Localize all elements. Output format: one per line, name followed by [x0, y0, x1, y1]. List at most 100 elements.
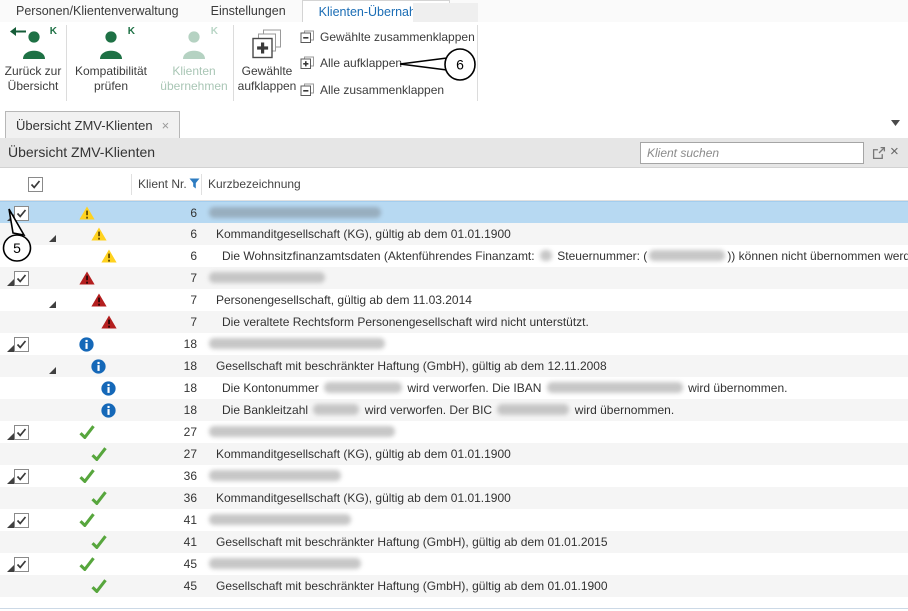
- table-row[interactable]: 36Kommanditgesellschaft (KG), gültig ab …: [0, 487, 908, 509]
- row-text: Kommanditgesellschaft (KG), gültig ab de…: [216, 223, 511, 245]
- client-table: 66Kommanditgesellschaft (KG), gültig ab …: [0, 201, 908, 597]
- table-row[interactable]: 6 Kommanditgesellschaft (KG), gültig ab d…: [0, 223, 908, 245]
- zurueck-zur-uebersicht-button[interactable]: K Zurück zur Übersicht: [2, 24, 64, 102]
- row-text: Gesellschaft mit beschränkter Haftung (G…: [216, 355, 607, 377]
- check-icon: [91, 535, 107, 554]
- callout-6-number: 6: [456, 57, 464, 73]
- filter-icon[interactable]: [189, 178, 200, 189]
- check-icon: [79, 425, 95, 444]
- table-row[interactable]: 41: [0, 509, 908, 531]
- ribbon-tab-einstellungen[interactable]: Einstellungen: [195, 0, 302, 22]
- redacted-text: [649, 250, 725, 261]
- table-row[interactable]: 27: [0, 421, 908, 443]
- redacted-text: [209, 470, 341, 481]
- row-text: [207, 333, 387, 355]
- select-all-checkbox[interactable]: [28, 177, 43, 192]
- page-title: Übersicht ZMV-Klienten: [8, 144, 155, 160]
- redacted-text: [209, 514, 351, 525]
- search-input[interactable]: [640, 142, 864, 164]
- bottom-divider: [0, 608, 908, 609]
- client-number: 18: [130, 333, 197, 355]
- check-icon: [91, 491, 107, 510]
- client-number: 45: [130, 575, 197, 597]
- info-icon: [91, 359, 106, 379]
- error-icon: [79, 271, 95, 290]
- column-header-kurzbezeichnung[interactable]: Kurzbezeichnung: [208, 177, 301, 191]
- gewaehlte-zusammenklappen-button[interactable]: Gewählte zusammenklappen: [300, 27, 475, 47]
- person-check-icon: K: [96, 29, 126, 61]
- close-search-icon[interactable]: ×: [890, 142, 899, 162]
- tab-list-dropdown-icon[interactable]: [891, 120, 900, 126]
- redacted-text: [209, 207, 381, 218]
- row-text: Gesellschaft mit beschränkter Haftung (G…: [216, 531, 608, 553]
- kompatibilitaet-pruefen-button[interactable]: K Kompatibilität prüfen: [69, 24, 153, 102]
- table-row[interactable]: 18Gesellschaft mit beschränkter Haftung …: [0, 355, 908, 377]
- row-text: [207, 202, 383, 224]
- gewaehlte-aufklappen-button[interactable]: Gewählte aufklappen: [236, 24, 298, 102]
- panel-header: Übersicht ZMV-Klienten ×: [0, 138, 908, 168]
- row-text: Die Wohnsitzfinanzamtsdaten (Aktenführen…: [222, 245, 908, 267]
- client-number: 6: [130, 245, 197, 267]
- table-row[interactable]: 7: [0, 267, 908, 289]
- check-icon: [91, 579, 107, 598]
- row-text: Kommanditgesellschaft (KG), gültig ab de…: [216, 487, 511, 509]
- column-divider[interactable]: [131, 174, 132, 195]
- client-number: 7: [130, 289, 197, 311]
- ribbon-separator: [66, 25, 67, 101]
- client-number: 27: [130, 421, 197, 443]
- table-row[interactable]: 6 Die Wohnsitzfinanzamtsdaten (Aktenführe…: [0, 245, 908, 267]
- tab-close-icon[interactable]: ×: [162, 118, 170, 133]
- callout-5: 5: [0, 206, 40, 264]
- row-checkbox[interactable]: [14, 469, 29, 484]
- row-checkbox[interactable]: [14, 513, 29, 528]
- table-row[interactable]: 7Die veraltete Rechtsform Personengesell…: [0, 311, 908, 333]
- ribbon-tab-personen-klientenverwaltung[interactable]: Personen/Klientenverwaltung: [0, 0, 195, 22]
- expand-all-icon: [300, 56, 315, 70]
- table-row[interactable]: 41Gesellschaft mit beschränkter Haftung …: [0, 531, 908, 553]
- table-row[interactable]: 27Kommanditgesellschaft (KG), gültig ab …: [0, 443, 908, 465]
- table-row[interactable]: 7Personengesellschaft, gültig ab dem 11.…: [0, 289, 908, 311]
- info-icon: [79, 337, 94, 357]
- redacted-text: [209, 272, 325, 283]
- table-row[interactable]: 45: [0, 553, 908, 575]
- app-window: Personen/Klientenverwaltung Einstellunge…: [0, 0, 908, 611]
- redacted-text: [547, 382, 683, 393]
- document-tab-uebersicht-zmv-klienten[interactable]: Übersicht ZMV-Klienten ×: [5, 111, 180, 138]
- check-icon: [91, 447, 107, 466]
- column-divider[interactable]: [201, 174, 202, 195]
- table-row[interactable]: 6: [0, 201, 908, 223]
- row-text: [207, 553, 363, 575]
- row-text: [207, 267, 327, 289]
- client-number: 41: [130, 509, 197, 531]
- table-row[interactable]: 18: [0, 333, 908, 355]
- redacted-text: [209, 338, 385, 349]
- klienten-uebernehmen-button: K Klienten übernehmen: [155, 24, 233, 102]
- collapse-all-icon: [300, 30, 315, 44]
- row-text: Gesellschaft mit beschränkter Haftung (G…: [216, 575, 608, 597]
- alle-aufklappen-button[interactable]: Alle aufklappen: [300, 53, 402, 73]
- table-row[interactable]: 18Die Kontonummer wird verworfen. Die IB…: [0, 377, 908, 399]
- check-icon: [79, 557, 95, 576]
- client-number: 7: [130, 267, 197, 289]
- table-row[interactable]: 45 Gesellschaft mit beschränkter Haftung …: [0, 575, 908, 597]
- client-number: 45: [130, 553, 197, 575]
- row-text: [207, 465, 343, 487]
- table-row[interactable]: 18Die Bankleitzahl wird verworfen. Der B…: [0, 399, 908, 421]
- ribbon-separator: [233, 25, 234, 101]
- row-checkbox[interactable]: [14, 271, 29, 286]
- row-checkbox[interactable]: [14, 337, 29, 352]
- client-number: 6: [130, 223, 197, 245]
- client-number: 18: [130, 377, 197, 399]
- table-header: Klient Nr. Kurzbezeichnung: [0, 168, 908, 201]
- row-checkbox[interactable]: [14, 425, 29, 440]
- table-row[interactable]: 36: [0, 465, 908, 487]
- column-header-klient-nr[interactable]: Klient Nr.: [138, 177, 187, 191]
- row-checkbox[interactable]: [14, 557, 29, 572]
- row-text: Die Bankleitzahl wird verworfen. Der BIC…: [222, 399, 674, 421]
- check-icon: [79, 513, 95, 532]
- check-icon: [79, 469, 95, 488]
- redacted-text: [209, 558, 361, 569]
- redacted-text: [313, 404, 359, 415]
- error-icon: [91, 293, 107, 312]
- popout-search-icon[interactable]: [872, 146, 886, 160]
